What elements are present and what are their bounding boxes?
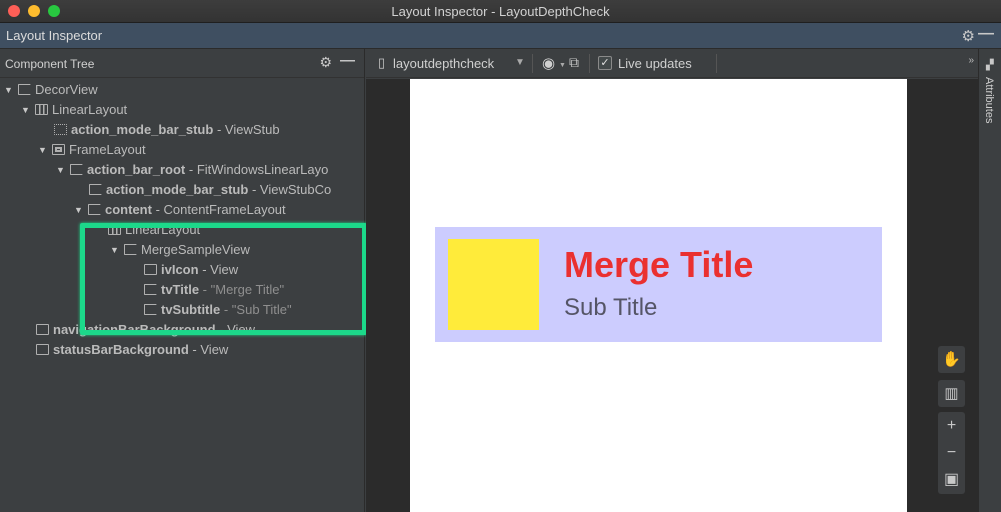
tree-row[interactable]: action_mode_bar_stub - ViewStub [0, 120, 365, 140]
device-screen[interactable]: Merge Title Sub Title [410, 79, 907, 512]
frame-layout-icon [52, 144, 65, 155]
toolwindow-title: Layout Inspector [6, 28, 103, 43]
tv-title[interactable]: Merge Title [564, 244, 753, 286]
view-icon [36, 324, 49, 335]
tree-row[interactable]: ▼ LinearLayout [0, 100, 365, 120]
gear-icon[interactable]: ⚙ [962, 27, 975, 45]
viewstub-icon [54, 124, 67, 135]
pan-hand-icon[interactable]: ✋ [938, 346, 965, 373]
tv-subtitle[interactable]: Sub Title [564, 294, 657, 322]
view-icon [89, 184, 102, 195]
device-icon: ▯ [378, 55, 386, 70]
chevron-down-icon[interactable]: ▼ [515, 57, 525, 68]
tree-row[interactable]: statusBarBackground - View [0, 340, 365, 360]
layers-3d-icon[interactable]: ▥ [938, 380, 965, 407]
tree-row[interactable]: action_mode_bar_stub - ViewStubCo [0, 180, 365, 200]
component-tree-header: Component Tree ⚙ — [0, 49, 364, 78]
inspector-toolbar: ▯ layoutdepthcheck ▼ ◉ ▼ ⧉ ✓ Live update… [366, 49, 978, 78]
view-icon [18, 84, 31, 95]
process-selector[interactable]: layoutdepthcheck [393, 56, 494, 71]
attributes-icon: ▞ [986, 60, 994, 71]
view-icon [36, 344, 49, 355]
attributes-label[interactable]: Attributes [983, 77, 995, 123]
expand-arrow-icon[interactable]: ▼ [4, 80, 16, 100]
fit-screen-icon[interactable]: ▣ [938, 466, 965, 493]
expand-arrow-icon[interactable]: ▼ [21, 100, 33, 120]
zoom-in-icon[interactable]: + [938, 412, 965, 439]
hide-toolwindow-button[interactable]: — [978, 25, 994, 43]
device-canvas: Merge Title Sub Title ✋ ▥ + − ▣ [366, 79, 978, 512]
toolbar-separator [589, 54, 590, 73]
toolbar-separator [532, 54, 533, 73]
hide-panel-button[interactable]: — [340, 52, 355, 69]
gear-icon[interactable]: ⚙ [319, 54, 332, 71]
attributes-side-tab[interactable]: ▞ Attributes [978, 49, 1001, 512]
merge-highlight-box [80, 223, 367, 335]
window-titlebar: Layout Inspector - LayoutDepthCheck [0, 0, 1001, 23]
tree-row[interactable]: ▼ action_bar_root - FitWindowsLinearLayo [0, 160, 365, 180]
more-chevron-icon[interactable]: » [968, 55, 974, 66]
tree-row[interactable]: ▼ content - ContentFrameLayout [0, 200, 365, 220]
zoom-out-icon[interactable]: − [938, 439, 965, 466]
zoom-controls: + − ▣ [938, 412, 965, 494]
linear-layout-icon [35, 104, 48, 115]
snapshot-icon[interactable]: ⧉ [569, 54, 579, 71]
expand-arrow-icon[interactable]: ▼ [38, 140, 50, 160]
component-tree-title: Component Tree [5, 57, 95, 71]
merge-sample-view[interactable]: Merge Title Sub Title [435, 227, 882, 342]
tree-row[interactable]: ▼ DecorView [0, 80, 365, 100]
live-updates-checkbox[interactable]: ✓ [598, 56, 612, 70]
view-icon [88, 204, 101, 215]
iv-icon[interactable] [448, 239, 539, 330]
expand-arrow-icon[interactable]: ▼ [56, 160, 68, 180]
tree-row[interactable]: ▼ FrameLayout [0, 140, 365, 160]
view-icon [70, 164, 83, 175]
live-updates-label: Live updates [618, 56, 692, 71]
toolbar-separator [716, 54, 717, 73]
eye-icon[interactable]: ◉ [542, 54, 555, 72]
expand-arrow-icon[interactable]: ▼ [74, 200, 86, 220]
chevron-down-icon[interactable]: ▼ [559, 62, 566, 69]
window-title: Layout Inspector - LayoutDepthCheck [391, 4, 610, 19]
toolwindow-header: Layout Inspector ⚙ — [0, 23, 1001, 49]
